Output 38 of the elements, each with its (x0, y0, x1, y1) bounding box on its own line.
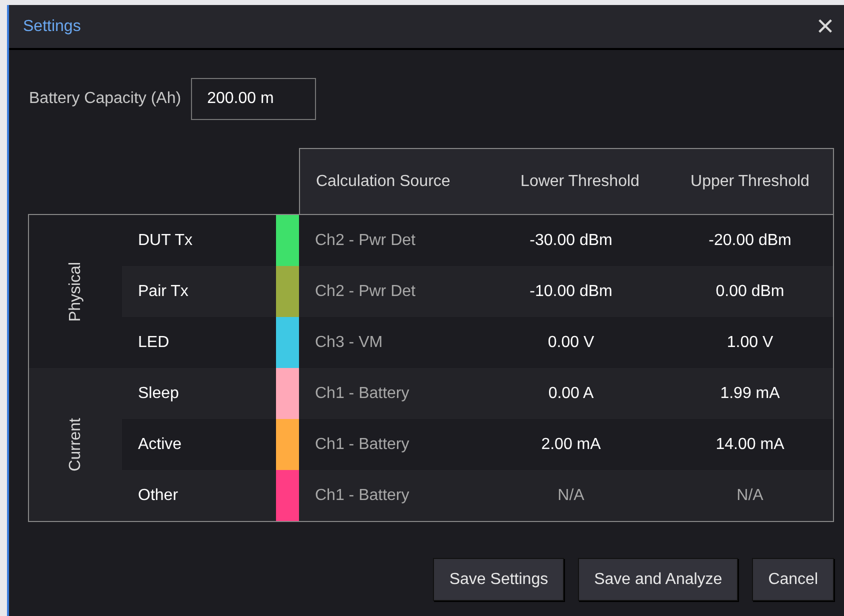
table-cell-text: LED (137, 332, 170, 352)
table-cell-text: 2.00 mA (540, 434, 602, 454)
window-title: Settings (23, 16, 81, 36)
table-cell-text: Sleep (137, 384, 180, 404)
group-label: Physical (66, 262, 84, 322)
column-header: Calculation Source (315, 172, 452, 192)
table-cell-text: N/A (736, 486, 764, 506)
table-cell-text: Ch1 - Battery (314, 384, 410, 404)
table-cell-text: 1.99 mA (719, 384, 781, 404)
table-cell-text: 14.00 mA (714, 434, 786, 454)
dialog-button[interactable]: Cancel (752, 558, 834, 601)
table-cell-text: 1.00 V (726, 332, 774, 352)
table-cell-text: DUT Tx (137, 230, 194, 250)
table-cell-text: Other (137, 486, 180, 506)
input-field[interactable]: 200.00 m (191, 78, 316, 120)
table-cell-text: -30.00 dBm (528, 230, 614, 250)
table-cell-text: -10.00 dBm (528, 282, 614, 302)
table-row[interactable]: Active Ch1 - Battery 2.00 mA 14.00 mA (122, 419, 833, 470)
group-label: Current (66, 418, 84, 472)
column-header: Lower Threshold (520, 172, 640, 192)
table-cell-text: Ch2 - Pwr Det (314, 230, 416, 250)
table-row[interactable]: Pair Tx Ch2 - Pwr Det -10.00 dBm 0.00 dBm (122, 266, 833, 317)
table-cell-text: Ch1 - Battery (314, 486, 410, 506)
table-cell-text: -20.00 dBm (708, 230, 792, 250)
table-cell-text: 0.00 A (547, 384, 595, 404)
table-cell-text: Active (137, 434, 183, 454)
column-header: Upper Threshold (690, 172, 810, 192)
close-button[interactable]: × (816, 12, 834, 42)
table-cell-text: Ch3 - VM (314, 332, 384, 352)
table-cell-text: N/A (556, 486, 586, 506)
dialog-button[interactable]: Save Settings (433, 558, 564, 601)
table-cell-text: 0.00 dBm (714, 282, 786, 302)
table-cell-text: Pair Tx (137, 282, 190, 302)
table-cell-text: 0.00 V (546, 332, 596, 352)
dialog-button[interactable]: Save and Analyze (578, 558, 738, 601)
field-label: Battery Capacity (Ah) (29, 89, 182, 109)
table-cell-text: Ch2 - Pwr Det (314, 282, 416, 302)
table-cell-text: Ch1 - Battery (314, 434, 410, 454)
